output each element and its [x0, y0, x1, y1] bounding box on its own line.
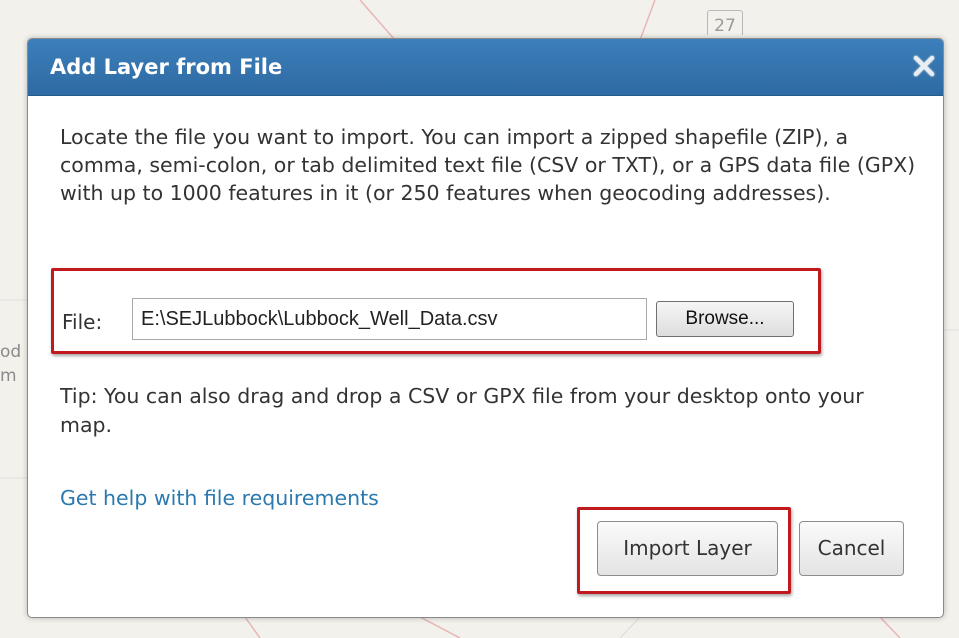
- dialog-title: Add Layer from File: [50, 55, 283, 79]
- map-label-line: m: [0, 366, 17, 386]
- file-path-input[interactable]: [132, 298, 647, 340]
- browse-button[interactable]: Browse...: [656, 301, 794, 337]
- cancel-button[interactable]: Cancel: [799, 521, 904, 576]
- close-button[interactable]: [909, 51, 939, 81]
- add-layer-dialog: Add Layer from File Locate the file you …: [27, 38, 944, 618]
- map-label-fragment: od m: [0, 340, 21, 388]
- dialog-description: Locate the file you want to import. You …: [60, 125, 916, 205]
- file-requirements-help-link[interactable]: Get help with file requirements: [60, 484, 379, 512]
- route-shield: 27: [707, 10, 743, 36]
- file-label: File:: [62, 310, 103, 334]
- file-row: File: Browse...: [62, 297, 822, 347]
- map-label-line: od: [0, 342, 22, 362]
- import-layer-button[interactable]: Import Layer: [597, 521, 778, 576]
- tip-text: Tip: You can also drag and drop a CSV or…: [60, 384, 864, 437]
- dialog-titlebar: Add Layer from File: [28, 39, 943, 96]
- close-icon: [912, 54, 936, 78]
